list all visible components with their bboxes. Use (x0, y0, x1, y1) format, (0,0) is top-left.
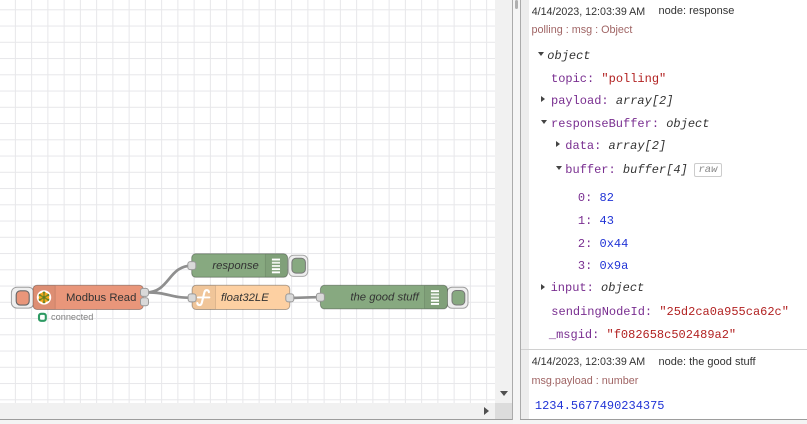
svg-text:response: response (212, 260, 258, 272)
svg-text:the good stuff: the good stuff (350, 292, 420, 304)
svg-text:float32LE: float32LE (221, 292, 269, 304)
svg-text:Modbus Read: Modbus Read (66, 292, 136, 304)
svg-text:connected: connected (51, 312, 93, 322)
